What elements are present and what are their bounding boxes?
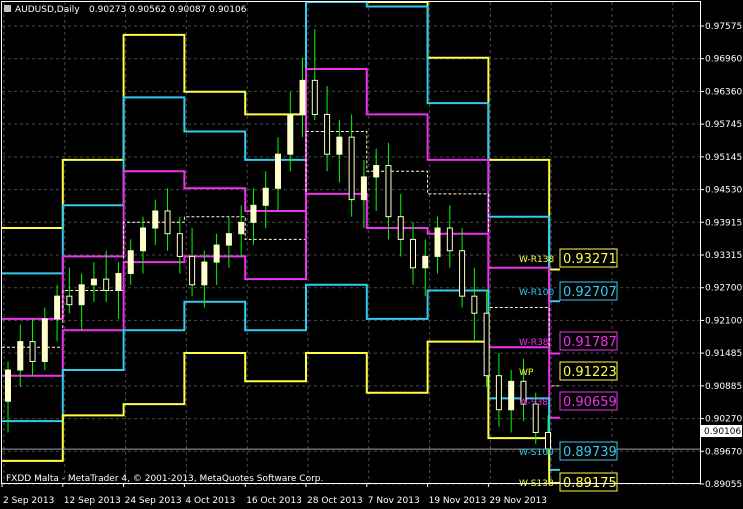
symbol-icon <box>4 5 11 12</box>
y-tick-label: 0.93315 <box>705 251 742 261</box>
y-tick-label: 0.91485 <box>705 349 742 359</box>
y-tick-label: 0.93915 <box>705 218 742 228</box>
x-tick-label: 28 Oct 2013 <box>307 496 363 506</box>
candle-body <box>152 210 159 229</box>
current-price-label: 0.90106 <box>704 427 741 437</box>
candle-body <box>336 136 343 155</box>
y-tick-label: 0.96960 <box>705 55 742 65</box>
y-tick-label: 0.92700 <box>705 284 742 294</box>
x-tick-label: 7 Nov 2013 <box>368 496 420 506</box>
x-tick-label: 2 Sep 2013 <box>3 496 54 506</box>
candle-body <box>275 153 281 189</box>
candle-body <box>262 187 269 206</box>
y-tick-label: 0.90885 <box>705 382 742 392</box>
x-tick-label: 29 Nov 2013 <box>489 496 547 506</box>
level-value: 0.93271 <box>563 252 617 267</box>
candle-body <box>495 375 502 411</box>
candle-body <box>250 204 257 223</box>
candle-body <box>54 295 61 320</box>
candle-body <box>5 369 11 402</box>
candle-body <box>459 250 466 297</box>
level-name: WP <box>519 368 534 378</box>
candle-body <box>127 250 134 274</box>
candle-body <box>532 403 539 433</box>
candle-body <box>78 284 85 306</box>
symbol-info: AUDUSD,Daily <box>15 5 80 15</box>
candle-body <box>324 113 331 155</box>
candle-body <box>225 233 232 246</box>
level-value: 0.89739 <box>563 445 617 460</box>
candle-body <box>299 79 306 115</box>
candle-body <box>434 227 441 257</box>
candle-body <box>140 227 146 252</box>
candle-body <box>287 113 294 155</box>
candle-body <box>446 227 453 252</box>
candle-body <box>545 431 551 450</box>
y-tick-label: 0.96360 <box>705 87 742 97</box>
price-axis: 0.97575 0.96960 0.96360 0.95745 0.95145 0.945… <box>700 22 742 490</box>
candle-body <box>397 216 404 240</box>
candle-body <box>201 261 208 286</box>
level-name: W-R100 <box>519 288 554 298</box>
candle-body <box>17 341 24 371</box>
candle-body <box>164 210 171 235</box>
level-value: 0.91787 <box>563 335 617 350</box>
x-tick-label: 16 Oct 2013 <box>246 496 302 506</box>
header-info: AUDUSD,Daily 0.90273 0.90562 0.90087 0.9… <box>4 5 247 15</box>
candle-body <box>189 255 196 286</box>
candle-body <box>483 312 490 377</box>
y-tick-label: 0.97575 <box>705 22 742 32</box>
level-value: 0.91223 <box>563 365 617 380</box>
y-tick-label: 0.90270 <box>705 415 742 425</box>
y-tick-label: 0.94530 <box>705 186 742 196</box>
candle-body <box>508 380 515 411</box>
level-value: 0.92707 <box>563 285 617 300</box>
candle-body <box>29 341 36 362</box>
candle-body <box>103 278 110 291</box>
level-value: 0.90659 <box>563 395 617 410</box>
x-tick-label: 24 Sep 2013 <box>125 496 182 506</box>
candle-body <box>115 272 122 291</box>
level-name: W-R138 <box>519 255 554 265</box>
current-price-marker: 0.90106 <box>701 425 742 437</box>
x-tick-label: 4 Oct 2013 <box>185 496 235 506</box>
candle-body <box>238 221 245 235</box>
candle-body <box>66 295 73 306</box>
copyright-footer: FXDD Malta - MetaTrader 4, © 2001-2013, … <box>6 474 323 484</box>
x-tick-label: 12 Sep 2013 <box>64 496 121 506</box>
candle-body <box>385 165 392 218</box>
candle-body <box>311 79 318 115</box>
candle-body <box>373 165 380 178</box>
candle-body <box>410 238 416 269</box>
ohlc-values: 0.90273 0.90562 0.90087 0.90106 <box>89 5 247 15</box>
x-tick-label: 19 Nov 2013 <box>429 496 487 506</box>
candle-body <box>360 176 367 201</box>
candle-body <box>422 255 429 269</box>
y-tick-label: 0.89670 <box>705 447 742 457</box>
level-name: W-R38 <box>519 338 549 348</box>
y-tick-label: 0.95745 <box>705 120 742 130</box>
candle-body <box>213 244 220 263</box>
candle-body <box>41 318 48 362</box>
candle-body <box>348 136 355 201</box>
candle-body <box>176 233 183 257</box>
price-chart[interactable]: 0.97575 0.96960 0.96360 0.95745 0.95145 0.945… <box>0 0 743 509</box>
y-tick-label: 0.89055 <box>705 480 742 490</box>
candle-body <box>90 278 97 286</box>
candle-body <box>471 295 478 314</box>
level-name: W-S38 <box>519 398 548 408</box>
y-tick-label: 0.95145 <box>705 153 742 163</box>
level-name: W-S100 <box>519 448 554 458</box>
y-tick-label: 0.92100 <box>705 316 742 326</box>
